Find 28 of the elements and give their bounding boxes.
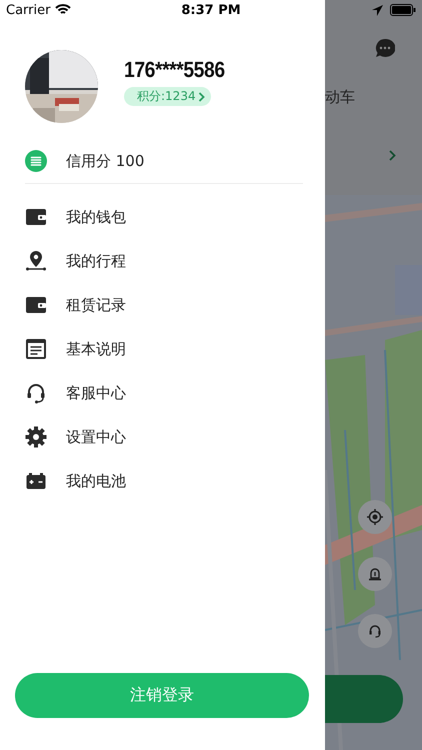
wifi-icon xyxy=(55,4,72,16)
menu-item[interactable]: 我的钱包 xyxy=(66,208,126,226)
menu-item[interactable]: 设置中心 xyxy=(66,428,126,446)
chevron-right-icon xyxy=(389,150,396,161)
location-pin-icon xyxy=(25,250,47,272)
credit-score: 信用分 100 xyxy=(66,152,144,170)
battery-icon xyxy=(25,470,47,492)
phone-number: 176****5586 xyxy=(124,57,225,83)
carrier-label: Carrier xyxy=(6,2,50,18)
locate-icon xyxy=(367,509,383,525)
menu-item[interactable]: 我的电池 xyxy=(66,472,126,490)
headset-icon xyxy=(25,382,47,404)
settings-icon xyxy=(25,426,47,448)
chat-bubble-icon xyxy=(375,39,395,58)
menu-item[interactable]: 租赁记录 xyxy=(66,296,126,314)
battery-status-icon xyxy=(390,4,416,16)
wallet-icon xyxy=(25,294,47,316)
wallet-icon xyxy=(25,206,47,228)
document-icon xyxy=(25,338,47,360)
menu-item[interactable]: 基本说明 xyxy=(66,340,126,358)
headset-icon xyxy=(368,624,382,638)
alarm-light-icon xyxy=(368,567,382,581)
menu-item[interactable]: 客服中心 xyxy=(66,384,126,402)
location-arrow-icon xyxy=(372,4,383,16)
page-title-fragment: 动车 xyxy=(325,88,355,107)
coin-stack-icon xyxy=(25,150,47,172)
menu-item[interactable]: 我的行程 xyxy=(66,252,126,270)
status-time: 8:37 PM xyxy=(181,2,241,18)
